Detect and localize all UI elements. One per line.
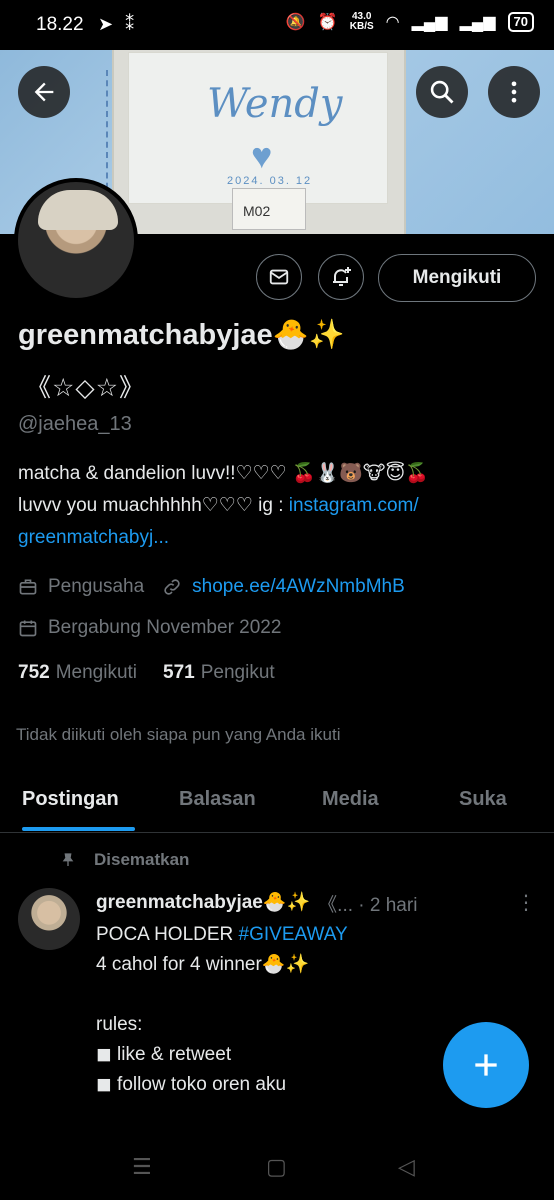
profile-tabs: Postingan Balasan Media Suka xyxy=(0,772,554,833)
telegram-icon: ➤ xyxy=(98,14,114,34)
tab-media[interactable]: Media xyxy=(322,788,379,811)
following-button[interactable]: Mengikuti xyxy=(378,254,536,302)
instagram-link-cont[interactable]: greenmatchabyj... xyxy=(18,522,538,554)
banner-tag: M02 xyxy=(232,188,306,230)
banner-date: 2024. 03. 12 xyxy=(227,175,313,187)
active-tab-indicator xyxy=(22,827,135,831)
display-name: greenmatchabyjae🐣✨ xyxy=(18,319,345,351)
joined-date: Bergabung November 2022 xyxy=(48,617,282,638)
profile-avatar[interactable] xyxy=(14,178,138,302)
recent-apps-icon[interactable]: ☰ xyxy=(132,1154,152,1180)
followed-by-info: Tidak diikuti oleh siapa pun yang Anda i… xyxy=(16,725,341,744)
profile-category: Pengusaha xyxy=(48,576,145,597)
banner-title: Wendy xyxy=(207,81,343,127)
calendar-icon xyxy=(19,620,37,637)
tab-suka[interactable]: Suka xyxy=(459,788,507,811)
post-meta: 《... · 2 hari xyxy=(318,895,418,916)
follow-stats: 752 Mengikuti 571 Pengikut xyxy=(18,662,275,684)
status-bar: 18.22 ➤ ⁑ 🔕 ⏰ 43.0 KB/S ◠ ▂▄▆ ▂▄▆ 70 xyxy=(0,0,554,50)
bell-plus-icon xyxy=(333,267,351,286)
notify-button[interactable] xyxy=(318,254,364,300)
post-more-icon[interactable]: ⋮ xyxy=(516,890,536,915)
more-options-button[interactable] xyxy=(488,66,540,118)
search-button[interactable] xyxy=(416,66,468,118)
following-stat[interactable]: 752 Mengikuti xyxy=(18,662,137,684)
display-name-line2: 《☆◇☆》 xyxy=(26,374,146,402)
profile-bio: matcha & dandelion luvv!!♡♡♡ 🍒🐰🐻🐮😇🍒 luvv… xyxy=(18,458,538,554)
plus-icon xyxy=(475,1054,497,1076)
instagram-link[interactable]: instagram.com/ xyxy=(289,495,419,516)
signal-icon-1: ▂▄▆ xyxy=(411,14,448,31)
website-link[interactable]: shope.ee/4AWzNmbMhB xyxy=(192,576,405,598)
battery-indicator: 70 xyxy=(507,12,534,32)
more-vertical-icon xyxy=(511,81,517,103)
briefcase-icon xyxy=(19,579,37,595)
profile-meta-row-1: Pengusaha shope.ee/4AWzNmbMhB xyxy=(18,576,405,598)
profile-meta-row-2: Bergabung November 2022 xyxy=(18,617,281,639)
post-author-name[interactable]: greenmatchabyjae🐣✨ xyxy=(96,890,310,917)
status-time: 18.22 xyxy=(36,14,84,35)
pin-icon xyxy=(62,853,74,866)
compose-button[interactable] xyxy=(443,1022,529,1108)
post-header: greenmatchabyjae🐣✨ 《... · 2 hari xyxy=(96,890,417,917)
followers-stat[interactable]: 571 Pengikut xyxy=(163,662,275,684)
wifi-icon: ◠ xyxy=(385,14,400,31)
alarm-icon: ⏰ xyxy=(317,14,338,31)
pinned-label: Disematkan xyxy=(60,850,189,870)
arrow-left-icon xyxy=(34,82,54,102)
search-icon xyxy=(430,80,454,104)
hashtag-link[interactable]: #GIVEAWAY xyxy=(239,924,348,945)
signal-icon-2: ▂▄▆ xyxy=(459,14,496,31)
net-speed: 43.0 KB/S xyxy=(349,11,374,32)
mail-icon xyxy=(269,269,289,285)
home-icon[interactable]: ▢ xyxy=(266,1154,287,1180)
user-handle: @jaehea_13 xyxy=(18,413,132,435)
link-icon xyxy=(164,579,180,595)
heart-icon: ♥ xyxy=(251,135,273,176)
mute-icon: 🔕 xyxy=(285,14,306,31)
tab-postingan[interactable]: Postingan xyxy=(22,788,119,811)
back-button[interactable] xyxy=(18,66,70,118)
back-nav-icon[interactable]: ◁ xyxy=(398,1154,415,1180)
banner-card: Wendy ♥ 2024. 03. 12 M02 xyxy=(112,50,406,234)
tab-balasan[interactable]: Balasan xyxy=(179,788,256,811)
post-author-avatar[interactable] xyxy=(18,888,80,950)
notification-icon: ⁑ xyxy=(125,14,135,34)
message-button[interactable] xyxy=(256,254,302,300)
